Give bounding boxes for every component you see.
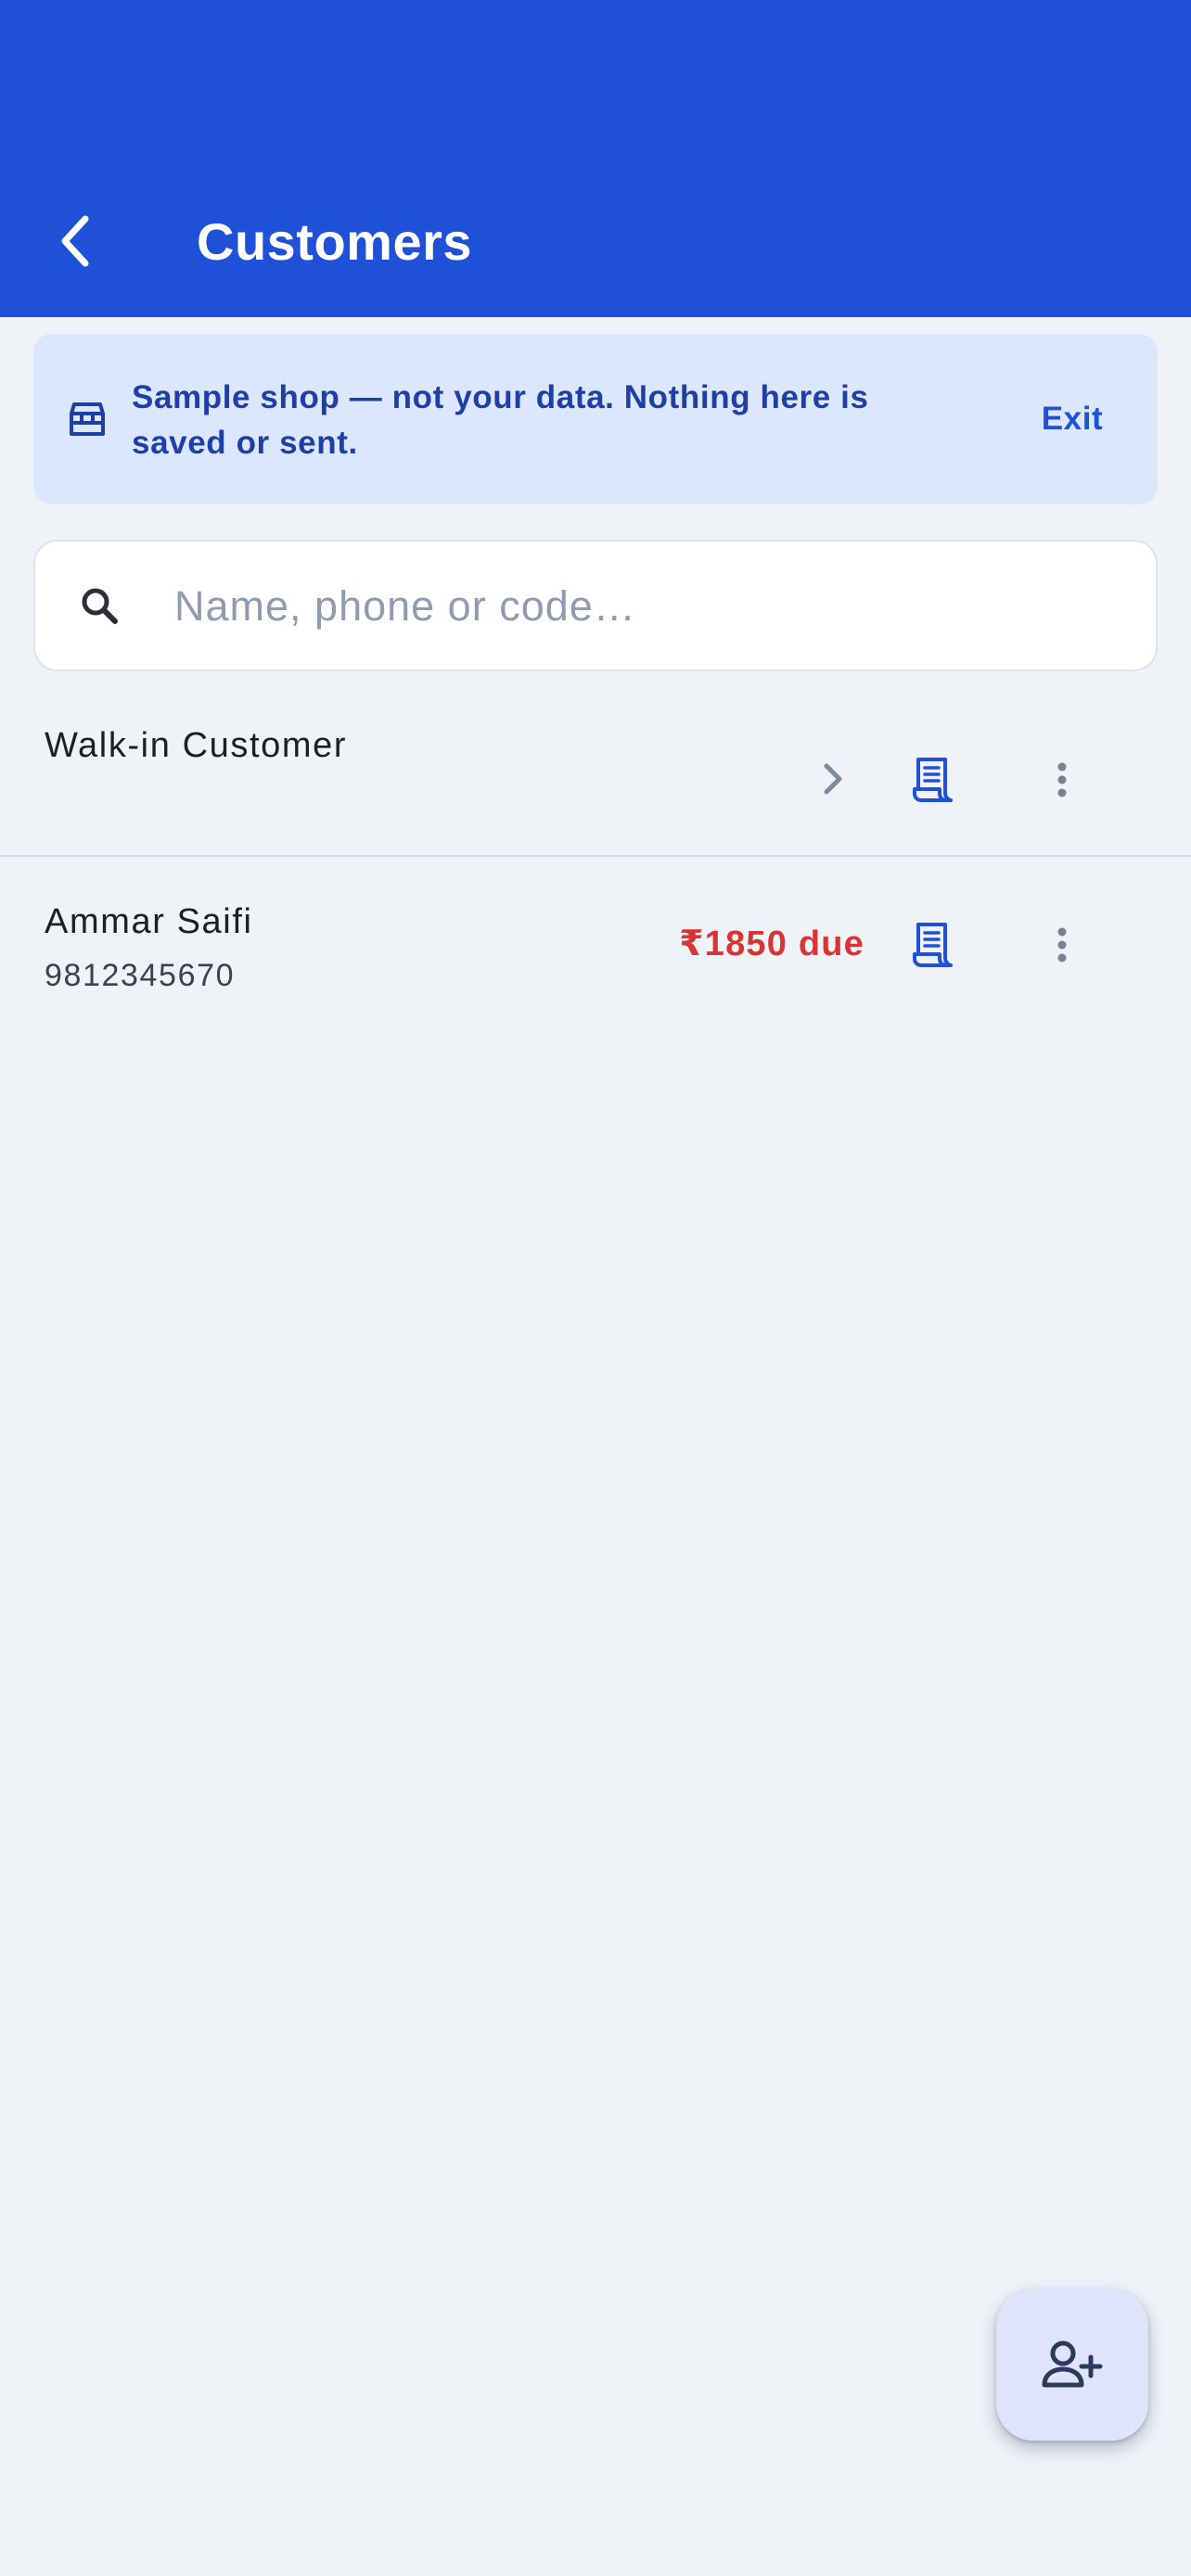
search-bar[interactable] <box>33 540 1158 671</box>
storefront-icon <box>70 402 105 436</box>
exit-button[interactable]: Exit <box>998 386 1146 453</box>
new-bill-button[interactable] <box>900 747 965 812</box>
new-bill-button[interactable] <box>900 912 965 977</box>
receipt-icon <box>913 758 953 802</box>
customer-row-ammar-saifi[interactable]: Ammar Saifi 9812345670 ₹1850 due <box>0 872 1191 1048</box>
customer-name: Ammar Saifi <box>45 902 253 941</box>
more-options-button[interactable] <box>1030 912 1095 977</box>
banner-message: Sample shop — not your data. Nothing her… <box>132 379 869 461</box>
chevron-left-icon <box>61 215 89 267</box>
more-vertical-icon <box>1057 927 1067 963</box>
chevron-right-icon <box>824 763 842 795</box>
receipt-icon <box>913 923 953 967</box>
due-amount: ₹1850 due <box>679 925 864 963</box>
add-customer-button[interactable] <box>996 2289 1148 2441</box>
back-button[interactable] <box>37 197 115 286</box>
customer-row-walk-in[interactable]: Walk-in Customer <box>0 697 1191 857</box>
app-bar: Customers <box>0 0 1191 317</box>
customer-phone: 9812345670 <box>45 958 236 993</box>
page-title: Customers <box>197 212 473 271</box>
open-customer-button[interactable] <box>803 749 863 809</box>
search-input[interactable] <box>174 569 1121 644</box>
search-icon <box>82 588 118 624</box>
add-person-icon <box>1042 2340 1103 2388</box>
more-options-button[interactable] <box>1030 747 1095 812</box>
more-vertical-icon <box>1057 762 1067 797</box>
customer-name: Walk-in Customer <box>45 726 348 765</box>
sample-shop-banner: Sample shop — not your data. Nothing her… <box>33 334 1158 504</box>
